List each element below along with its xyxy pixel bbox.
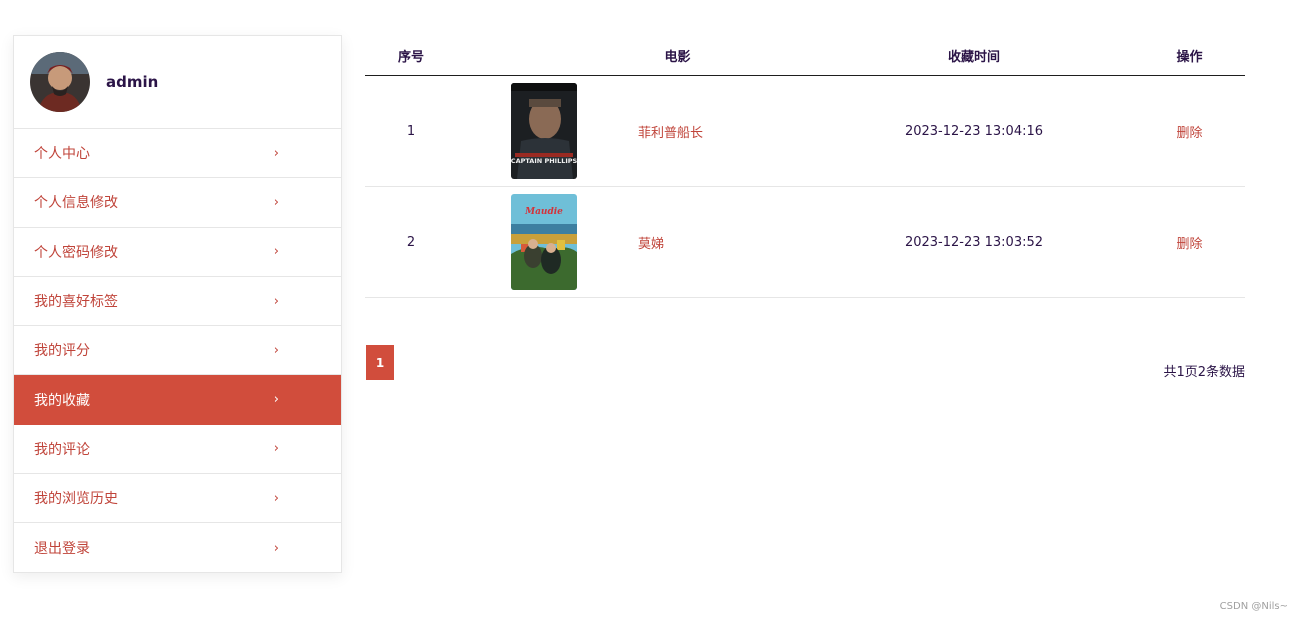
- menu-item-my-comments[interactable]: 我的评论 ›: [14, 425, 341, 475]
- watermark: CSDN @Nils~: [1219, 601, 1288, 612]
- header-action: 操作: [1176, 50, 1203, 65]
- menu-item-change-password[interactable]: 个人密码修改 ›: [14, 228, 341, 277]
- username: admin: [106, 73, 159, 91]
- menu-item-edit-profile[interactable]: 个人信息修改 ›: [14, 178, 341, 228]
- chevron-right-icon: ›: [273, 441, 279, 457]
- menu-item-my-ratings[interactable]: 我的评分 ›: [14, 326, 341, 376]
- header-index: 序号: [397, 50, 424, 65]
- row-movie: CAPTAIN PHILLIPS 菲利普船长: [457, 83, 814, 179]
- favorite-time: 2023-12-23 13:03:52: [904, 234, 1044, 250]
- menu-item-label: 我的评论: [34, 441, 90, 458]
- poster-image: Maudie: [511, 194, 577, 290]
- menu-item-label: 我的收藏: [34, 392, 90, 409]
- avatar: [30, 52, 90, 112]
- menu-item-label: 个人密码修改: [34, 244, 118, 261]
- poster-image: CAPTAIN PHILLIPS: [511, 83, 577, 179]
- chevron-right-icon: ›: [273, 540, 279, 556]
- menu-item-label: 个人信息修改: [34, 195, 118, 212]
- page-button-current[interactable]: 1: [366, 345, 394, 380]
- menu-item-label: 我的浏览历史: [34, 491, 118, 508]
- user-sidebar: admin 个人中心 › 个人信息修改 › 个人密码修改 › 我的喜好标签 › …: [13, 35, 342, 573]
- menu-item-browsing-history[interactable]: 我的浏览历史 ›: [14, 474, 341, 524]
- favorites-table: 序号 电影 收藏时间 操作 1 CAPTAIN PHILLIPS 菲利普船长 2…: [365, 36, 1245, 298]
- row-movie: Maudie 莫娣: [457, 194, 814, 290]
- menu-item-label: 我的喜好标签: [34, 294, 118, 311]
- movie-poster[interactable]: CAPTAIN PHILLIPS: [511, 83, 577, 179]
- delete-button[interactable]: 删除: [1134, 122, 1245, 141]
- chevron-right-icon: ›: [273, 244, 279, 260]
- chevron-right-icon: ›: [273, 490, 279, 506]
- menu-item-label: 退出登录: [34, 541, 90, 558]
- avatar-image: [30, 52, 90, 112]
- menu-item-label: 个人中心: [34, 146, 90, 163]
- menu-item-logout[interactable]: 退出登录 ›: [14, 523, 341, 572]
- table-row: 2 Maudie 莫娣 2023-12-23 13:03:52 删除: [365, 187, 1245, 298]
- menu-item-preference-tags[interactable]: 我的喜好标签 ›: [14, 277, 341, 327]
- menu-item-label: 我的评分: [34, 343, 90, 360]
- menu-item-personal-center[interactable]: 个人中心 ›: [14, 129, 341, 179]
- poster-title: Maudie: [524, 207, 563, 217]
- header-movie: 电影: [664, 50, 691, 65]
- chevron-right-icon: ›: [273, 392, 279, 408]
- profile-header: admin: [14, 36, 341, 129]
- chevron-right-icon: ›: [273, 145, 279, 161]
- chevron-right-icon: ›: [273, 293, 279, 309]
- row-index: 2: [406, 234, 416, 250]
- table-row: 1 CAPTAIN PHILLIPS 菲利普船长 2023-12-23 13:0…: [365, 76, 1245, 187]
- movie-title-link[interactable]: 菲利普船长: [638, 122, 703, 141]
- delete-button[interactable]: 删除: [1134, 233, 1245, 252]
- poster-title: CAPTAIN PHILLIPS: [511, 157, 577, 165]
- chevron-right-icon: ›: [273, 342, 279, 358]
- table-header: 序号 电影 收藏时间 操作: [365, 36, 1245, 76]
- menu-item-my-favorites[interactable]: 我的收藏 ›: [14, 375, 341, 425]
- pagination-summary: 共1页2条数据: [1163, 365, 1245, 380]
- chevron-right-icon: ›: [273, 194, 279, 210]
- header-time: 收藏时间: [947, 50, 1000, 65]
- movie-poster[interactable]: Maudie: [511, 194, 577, 290]
- favorite-time: 2023-12-23 13:04:16: [904, 123, 1044, 139]
- row-index: 1: [406, 123, 416, 139]
- movie-title-link[interactable]: 莫娣: [638, 233, 664, 252]
